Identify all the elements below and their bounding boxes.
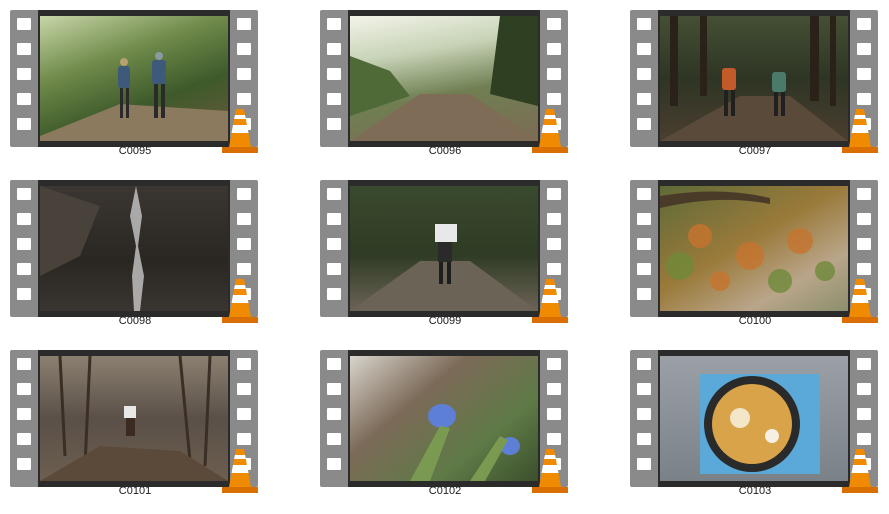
file-item-c0103[interactable]: C0103 — [620, 340, 878, 505]
file-item-c0096[interactable]: C0096 — [310, 0, 568, 165]
file-name-label: C0100 — [738, 315, 772, 327]
video-thumbnail — [350, 356, 538, 481]
video-thumbnail — [40, 356, 228, 481]
video-thumbnail — [660, 356, 848, 481]
file-item-c0102[interactable]: C0102 — [310, 340, 568, 505]
video-thumbnail — [40, 16, 228, 141]
file-item-c0099[interactable]: C0099 — [310, 170, 568, 335]
file-item-c0098[interactable]: C0098 — [0, 170, 258, 335]
file-name-label: C0102 — [428, 485, 462, 497]
file-item-c0095[interactable]: C0095 — [0, 0, 258, 165]
file-item-c0100[interactable]: C0100 — [620, 170, 878, 335]
video-thumbnail — [350, 16, 538, 141]
file-item-c0101[interactable]: C0101 — [0, 340, 258, 505]
file-name-label: C0099 — [428, 315, 462, 327]
file-name-label: C0098 — [118, 315, 152, 327]
file-name-label: C0096 — [428, 145, 462, 157]
file-item-c0097[interactable]: C0097 — [620, 0, 878, 165]
file-thumbnail-grid: C0095 C0096 C0097 C0098 C0099 C0100 C010… — [0, 0, 889, 514]
file-name-label: C0097 — [738, 145, 772, 157]
video-thumbnail — [660, 186, 848, 311]
video-thumbnail — [350, 186, 538, 311]
video-thumbnail — [40, 186, 228, 311]
file-name-label: C0101 — [118, 485, 152, 497]
file-name-label: C0103 — [738, 485, 772, 497]
file-name-label: C0095 — [118, 145, 152, 157]
video-thumbnail — [660, 16, 848, 141]
